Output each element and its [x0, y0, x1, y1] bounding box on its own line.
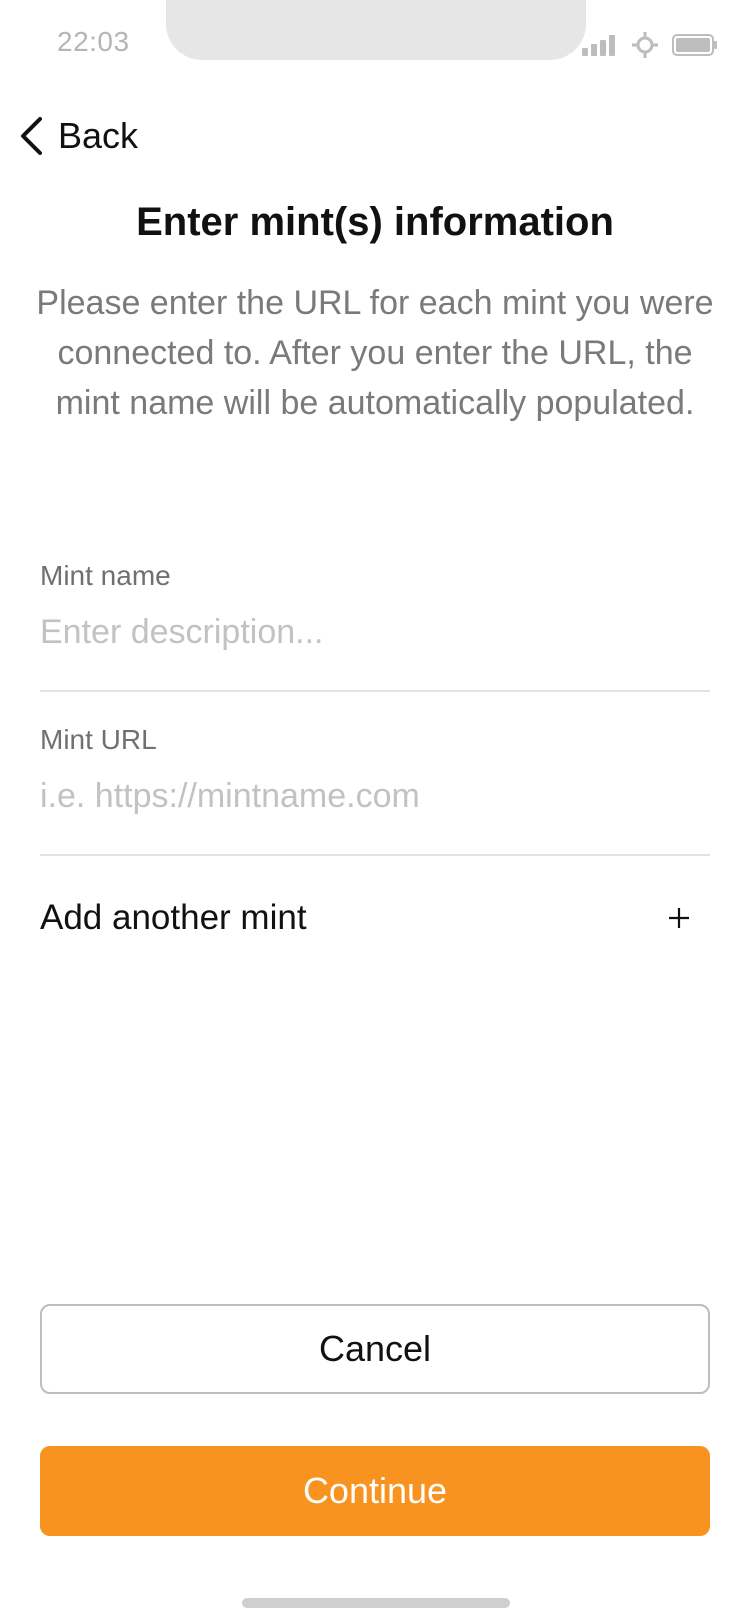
battery-icon: [672, 34, 717, 56]
continue-button[interactable]: Continue: [40, 1446, 710, 1536]
page-title: Enter mint(s) information: [136, 200, 614, 244]
page-description: Please enter the URL for each mint you w…: [36, 284, 714, 422]
status-time: 22:03: [57, 26, 130, 57]
mint-name-field: Mint name: [40, 558, 710, 692]
plus-icon: [669, 908, 689, 928]
add-another-mint-button[interactable]: Add another mint: [40, 888, 710, 948]
add-another-mint-label: Add another mint: [40, 898, 307, 937]
mint-url-input[interactable]: [40, 774, 710, 818]
device-notch: [166, 0, 586, 60]
back-label: Back: [58, 115, 139, 156]
cancel-button[interactable]: Cancel: [40, 1304, 710, 1394]
home-indicator: [242, 1598, 510, 1608]
mint-url-label: Mint URL: [40, 724, 157, 755]
status-icons: [582, 30, 718, 60]
mint-name-label: Mint name: [40, 560, 171, 591]
back-button[interactable]: Back: [18, 108, 138, 164]
mint-name-input[interactable]: [40, 610, 710, 654]
mint-url-field: Mint URL: [40, 722, 710, 856]
chevron-left-icon: [21, 117, 42, 155]
status-bar: 22:03: [0, 0, 750, 92]
location-icon: [632, 32, 658, 58]
signal-icon: [582, 35, 615, 56]
